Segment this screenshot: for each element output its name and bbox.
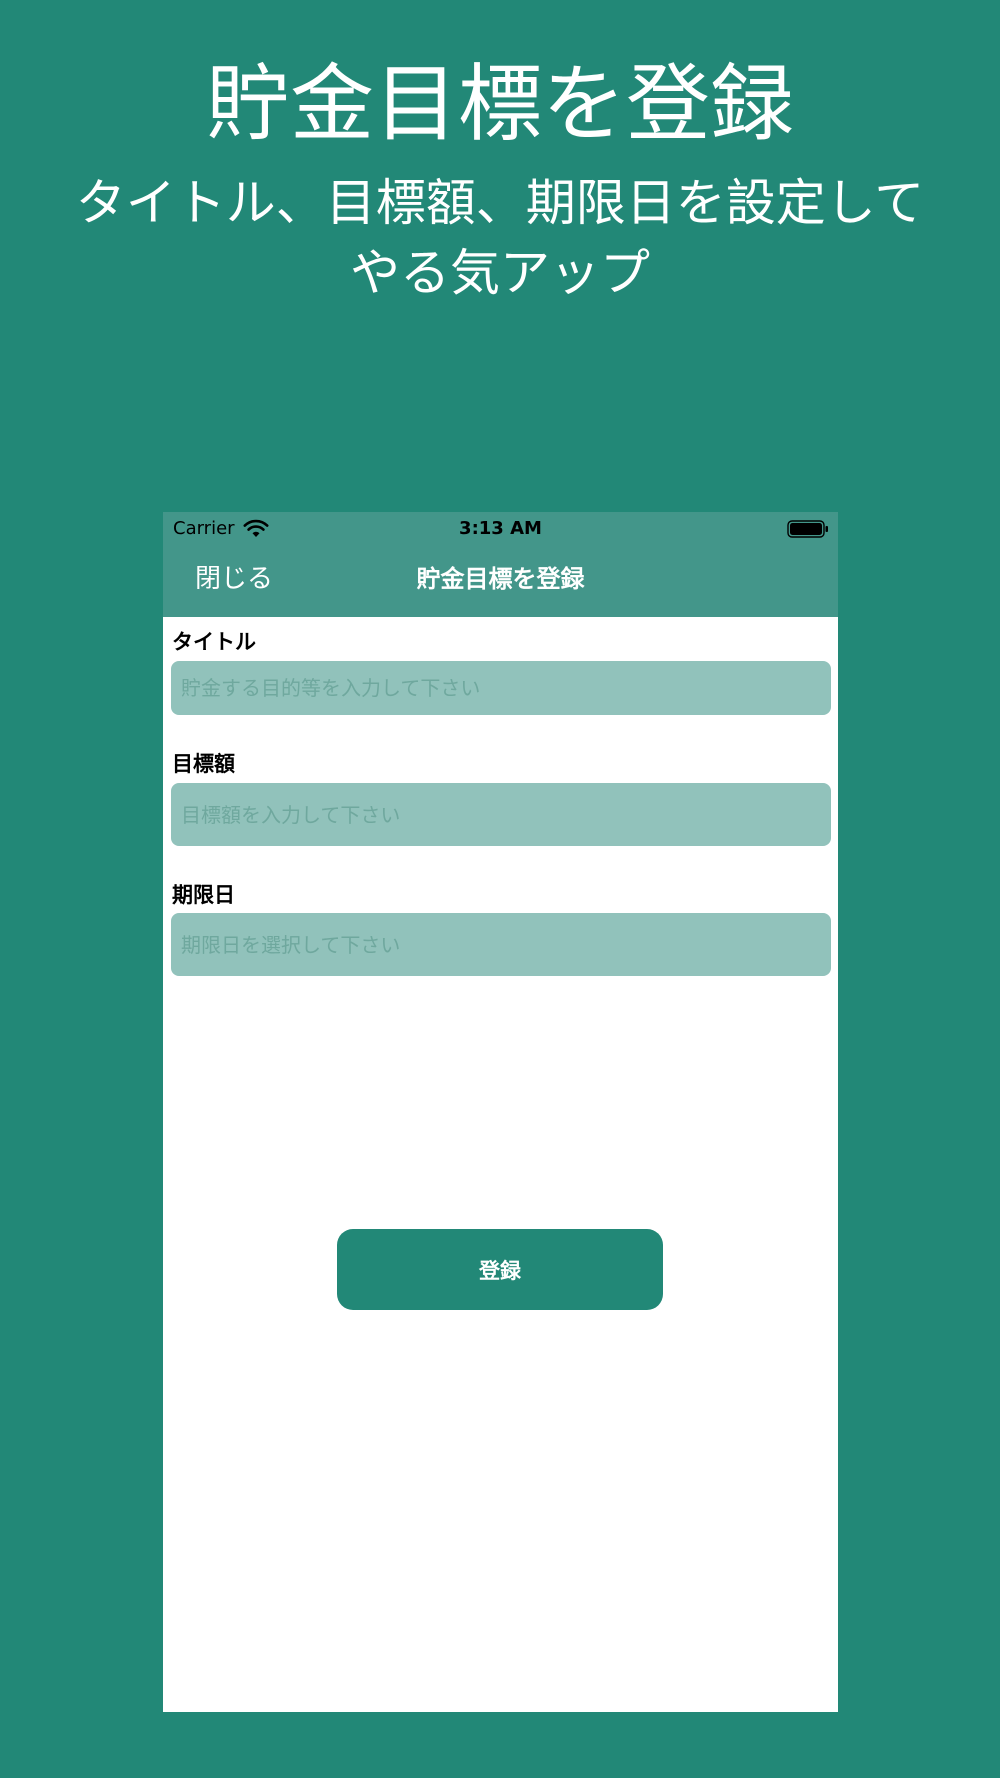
battery-icon	[787, 520, 828, 538]
register-button[interactable]: 登録	[337, 1229, 663, 1310]
phone-screen: Carrier 3:13 AM 閉じる 貯金目標を登録 タイトル 目標額 期限日…	[163, 512, 838, 1712]
title-field-label: タイトル	[172, 630, 256, 654]
promo-subtitle: タイトル、目標額、期限日を設定してやる気アップ	[75, 174, 925, 302]
status-time: 3:13 AM	[459, 518, 542, 539]
nav-title: 貯金目標を登録	[416, 565, 585, 593]
amount-field-label: 目標額	[172, 752, 235, 776]
deadline-input[interactable]	[171, 913, 831, 976]
deadline-field-label: 期限日	[172, 883, 235, 907]
navigation-bar: Carrier 3:13 AM 閉じる 貯金目標を登録	[163, 512, 838, 617]
title-input[interactable]	[171, 661, 831, 715]
amount-input[interactable]	[171, 783, 831, 846]
status-bar: Carrier 3:13 AM	[163, 512, 838, 546]
promo-title: 貯金目標を登録	[205, 55, 794, 153]
